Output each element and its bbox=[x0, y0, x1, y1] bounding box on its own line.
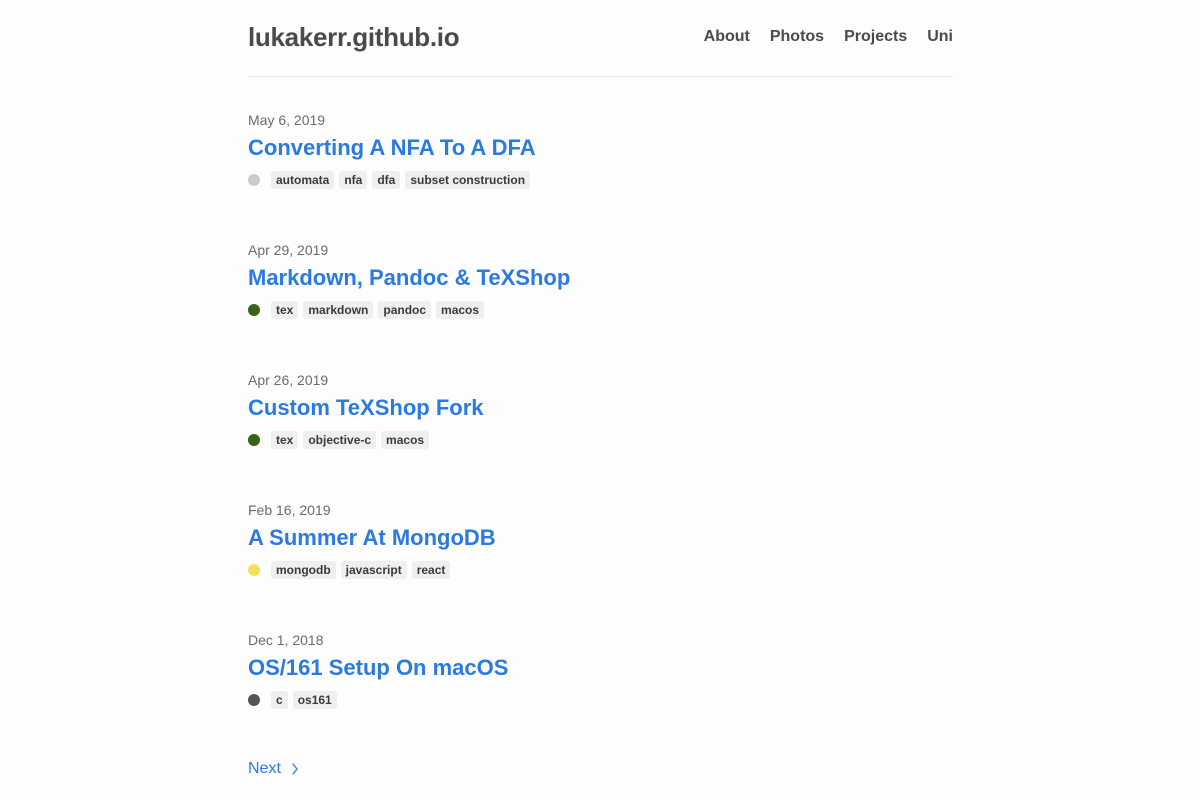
chevron-right-icon bbox=[292, 763, 298, 775]
nav-link-projects[interactable]: Projects bbox=[844, 27, 907, 47]
tag-badge[interactable]: markdown bbox=[303, 301, 374, 319]
tag-badge[interactable]: dfa bbox=[372, 171, 401, 189]
language-dot-icon bbox=[248, 174, 260, 186]
post-entry: Feb 16, 2019 A Summer At MongoDB mongodb ja… bbox=[248, 502, 953, 580]
site-header: lukakerr.github.io About Photos Projects… bbox=[248, 0, 953, 77]
language-dot-icon bbox=[248, 434, 260, 446]
page-wrapper: lukakerr.github.io About Photos Projects… bbox=[248, 0, 953, 777]
post-date: Dec 1, 2018 bbox=[248, 632, 324, 648]
post-tags: automata nfa dfa subset construction bbox=[248, 170, 953, 190]
post-entry: Apr 29, 2019 Markdown, Pandoc & TeXShop te… bbox=[248, 242, 953, 320]
post-date: Apr 26, 2019 bbox=[248, 372, 329, 388]
post-date: May 6, 2019 bbox=[248, 112, 326, 128]
post-tags: tex objective-c macos bbox=[248, 430, 953, 450]
tag-badge[interactable]: c bbox=[271, 691, 288, 709]
next-page-link[interactable]: Next bbox=[248, 759, 301, 779]
post-entry: May 6, 2019 Converting A NFA To A DFA auto… bbox=[248, 112, 953, 190]
tag-badge[interactable]: macos bbox=[381, 431, 430, 449]
tag-badge[interactable]: objective-c bbox=[303, 431, 377, 449]
post-tags: tex markdown pandoc macos bbox=[248, 300, 953, 320]
tag-badge[interactable]: macos bbox=[436, 301, 485, 319]
site-title-link[interactable]: lukakerr.github.io bbox=[248, 21, 460, 53]
tag-badge[interactable]: tex bbox=[271, 431, 299, 449]
post-date: Apr 29, 2019 bbox=[248, 242, 329, 258]
next-page-label: Next bbox=[248, 760, 281, 777]
language-dot-icon bbox=[248, 564, 260, 576]
post-tags: mongodb javascript react bbox=[248, 560, 953, 580]
tag-badge[interactable]: tex bbox=[271, 301, 299, 319]
post-title-link[interactable]: Markdown, Pandoc & TeXShop bbox=[248, 264, 570, 292]
nav-link-photos[interactable]: Photos bbox=[770, 27, 824, 47]
nav-link-about[interactable]: About bbox=[704, 27, 750, 47]
post-title-link[interactable]: OS/161 Setup On macOS bbox=[248, 654, 508, 682]
post-entry: Apr 26, 2019 Custom TeXShop Fork tex object… bbox=[248, 372, 953, 450]
post-entry: Dec 1, 2018 OS/161 Setup On macOS c os161 bbox=[248, 632, 953, 710]
tag-badge[interactable]: subset construction bbox=[405, 171, 531, 189]
tag-badge[interactable]: mongodb bbox=[271, 561, 336, 579]
tag-badge[interactable]: nfa bbox=[339, 171, 368, 189]
tag-badge[interactable]: os161 bbox=[292, 691, 337, 709]
language-dot-icon bbox=[248, 304, 260, 316]
main-nav: About Photos Projects Uni bbox=[704, 27, 953, 47]
tag-badge[interactable]: javascript bbox=[340, 561, 407, 579]
post-date: Feb 16, 2019 bbox=[248, 502, 331, 518]
tag-badge[interactable]: automata bbox=[271, 171, 335, 189]
post-tags: c os161 bbox=[248, 690, 953, 710]
tag-badge[interactable]: pandoc bbox=[378, 301, 432, 319]
post-title-link[interactable]: A Summer At MongoDB bbox=[248, 524, 496, 552]
post-title-link[interactable]: Custom TeXShop Fork bbox=[248, 394, 484, 422]
language-dot-icon bbox=[248, 694, 260, 706]
tag-badge[interactable]: react bbox=[411, 561, 451, 579]
nav-link-uni[interactable]: Uni bbox=[927, 27, 953, 47]
post-title-link[interactable]: Converting A NFA To A DFA bbox=[248, 134, 536, 162]
